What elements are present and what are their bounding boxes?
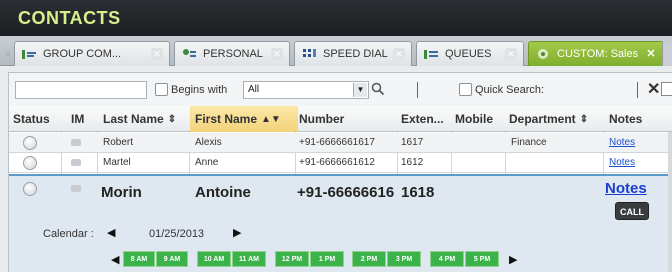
column-header-first-name[interactable]: First Name ▲▼ <box>195 112 281 126</box>
tab-scroll-button[interactable] <box>662 42 672 66</box>
begins-with-label: Begins with <box>171 84 228 96</box>
cell-last-name: Martel <box>103 157 131 168</box>
time-slot[interactable]: 4 PM <box>430 251 464 267</box>
notes-link[interactable]: Notes <box>609 137 635 148</box>
notes-link[interactable]: Notes <box>605 180 647 197</box>
column-header-mobile[interactable]: Mobile <box>455 112 493 126</box>
tab-group-contacts[interactable]: GROUP COM... ✕ <box>14 41 170 66</box>
tab-speed-dial[interactable]: SPEED DIAL ✕ <box>294 41 412 66</box>
group-contacts-icon <box>21 48 37 60</box>
expanded-first-name: Antoine <box>195 184 251 201</box>
contacts-table: Status IM Last Name ⇕ First Name ▲▼ Number… <box>8 106 672 272</box>
quick-search-label: Quick Search: <box>475 84 545 96</box>
time-slot[interactable]: 3 PM <box>387 251 421 267</box>
time-slot[interactable]: 2 PM <box>352 251 386 267</box>
tab-bar: ✕ GROUP COM... ✕ PERSONAL ✕ SPEED DIAL ✕… <box>0 36 672 66</box>
tab-label: SPEED DIAL <box>323 48 388 60</box>
cell-department: Finance <box>511 137 547 148</box>
toolbar-divider <box>417 82 418 98</box>
calendar-date: 01/25/2013 <box>149 228 205 240</box>
copy-icon[interactable] <box>661 82 672 96</box>
column-header-status[interactable]: Status <box>13 112 50 126</box>
window-title: CONTACTS <box>18 8 121 28</box>
tab-personal[interactable]: PERSONAL ✕ <box>174 41 290 66</box>
im-icon[interactable] <box>71 159 81 166</box>
chevron-down-icon[interactable]: ▼ <box>353 83 367 97</box>
close-icon[interactable]: ✕ <box>393 48 405 60</box>
column-header-number[interactable]: Number <box>299 112 344 126</box>
tab-label: PERSONAL <box>203 48 263 60</box>
time-slot[interactable]: 5 PM <box>465 251 499 267</box>
table-header: Status IM Last Name ⇕ First Name ▲▼ Number… <box>9 106 672 132</box>
column-header-label: First Name <box>195 112 258 126</box>
im-icon[interactable] <box>71 185 81 192</box>
custom-group-icon <box>535 48 551 60</box>
toolbar-divider <box>637 82 638 98</box>
search-icon[interactable] <box>371 82 385 96</box>
im-icon[interactable] <box>71 139 81 146</box>
cell-extension[interactable]: 1617 <box>401 137 423 148</box>
tab-label: CUSTOM: Sales <box>557 48 639 60</box>
notes-link[interactable]: Notes <box>609 157 635 168</box>
search-field-value: All <box>248 84 260 95</box>
quick-search-checkbox[interactable] <box>459 83 472 96</box>
tab-label: QUEUES <box>445 48 492 60</box>
expanded-last-name: Morin <box>101 184 142 201</box>
time-slot[interactable]: 1 PM <box>310 251 344 267</box>
begins-with-checkbox[interactable] <box>155 83 168 96</box>
table-row[interactable]: Robert Alexis +91-6666661617 1617 Financ… <box>9 133 672 153</box>
column-header-im[interactable]: IM <box>71 112 84 126</box>
calendar-label: Calendar : <box>43 228 94 240</box>
column-header-last-name[interactable]: Last Name ⇕ <box>103 112 176 126</box>
column-header-notes[interactable]: Notes <box>609 112 642 126</box>
speed-dial-icon <box>301 48 317 60</box>
sort-desc-icon[interactable]: ▲▼ <box>261 114 281 125</box>
column-header-label: Last Name <box>103 112 164 126</box>
search-toolbar: Begins with All ▼ Quick Search: ✕ <box>8 72 672 106</box>
close-icon[interactable]: ✕ <box>645 48 657 60</box>
status-indicator[interactable] <box>23 136 37 150</box>
next-time-icon[interactable]: ▶ <box>509 253 517 266</box>
expanded-extension[interactable]: 1618 <box>401 184 434 201</box>
close-icon[interactable]: ✕ <box>4 49 14 59</box>
cell-number[interactable]: +91-6666661617 <box>299 137 375 148</box>
time-slot[interactable]: 11 AM <box>232 251 266 267</box>
clear-search-icon[interactable]: ✕ <box>647 79 660 99</box>
column-header-label: Department <box>509 112 576 126</box>
next-day-icon[interactable]: ▶ <box>233 226 241 239</box>
vertical-scrollbar[interactable] <box>668 132 672 272</box>
cell-last-name: Robert <box>103 137 134 148</box>
time-slot[interactable]: 8 AM <box>123 251 155 267</box>
status-indicator[interactable] <box>23 156 37 170</box>
column-header-extension[interactable]: Exten... <box>401 112 444 126</box>
expanded-number[interactable]: +91-66666616 <box>297 184 394 201</box>
cell-first-name: Anne <box>195 157 219 168</box>
close-icon[interactable]: ✕ <box>271 48 283 60</box>
sort-icon[interactable]: ⇕ <box>168 114 176 125</box>
cell-number[interactable]: +91-6666661612 <box>299 157 375 168</box>
tab-queues[interactable]: QUEUES ✕ <box>416 41 524 66</box>
sort-icon[interactable]: ⇕ <box>580 114 588 125</box>
search-input[interactable] <box>15 81 147 99</box>
column-header-department[interactable]: Department ⇕ <box>509 112 588 126</box>
tab-custom-sales[interactable]: CUSTOM: Sales ✕ <box>528 41 664 66</box>
title-bar: CONTACTS <box>0 0 672 36</box>
cell-first-name: Alexis <box>195 137 222 148</box>
table-row[interactable]: Martel Anne +91-6666661612 1612 Notes <box>9 153 672 173</box>
previous-day-icon[interactable]: ◀ <box>107 226 115 239</box>
queues-icon <box>423 48 439 60</box>
previous-time-icon[interactable]: ◀ <box>111 253 119 266</box>
close-icon[interactable]: ✕ <box>505 48 517 60</box>
time-slot[interactable]: 12 PM <box>275 251 309 267</box>
personal-contacts-icon <box>181 48 197 60</box>
close-icon[interactable]: ✕ <box>151 48 163 60</box>
call-button[interactable]: CALL <box>615 202 649 220</box>
status-indicator[interactable] <box>23 182 37 196</box>
tab-label: GROUP COM... <box>43 48 122 60</box>
time-slot[interactable]: 10 AM <box>197 251 231 267</box>
time-slot[interactable]: 9 AM <box>156 251 188 267</box>
expanded-contact-row[interactable]: Morin Antoine +91-66666616 1618 Notes CA… <box>9 174 672 272</box>
search-field-select[interactable]: All ▼ <box>243 81 369 99</box>
cell-extension[interactable]: 1612 <box>401 157 423 168</box>
